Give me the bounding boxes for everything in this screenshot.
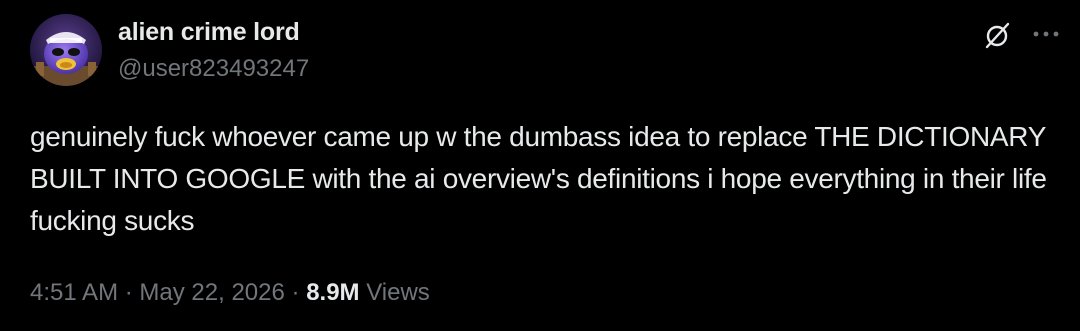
separator: · (291, 279, 300, 306)
avatar[interactable] (30, 14, 102, 86)
user-handle[interactable]: @user823493247 (118, 55, 309, 83)
grok-icon[interactable] (980, 18, 1014, 52)
alien-avatar-icon (30, 14, 102, 86)
tweet-text: genuinely fuck whoever came up w the dum… (30, 121, 1047, 236)
tweet[interactable]: alien crime lord @user823493247 genuinel… (0, 0, 1080, 331)
tweet-metadata: 4:51 AM · May 22, 2026 · 8.9M Views (30, 279, 430, 307)
more-options-icon[interactable] (1030, 22, 1062, 46)
display-name[interactable]: alien crime lord (118, 18, 300, 47)
separator: · (124, 279, 133, 306)
tweet-date[interactable]: May 22, 2026 (139, 279, 284, 306)
tweet-time[interactable]: 4:51 AM (30, 279, 118, 306)
views-count[interactable]: 8.9M (306, 279, 359, 306)
views-label[interactable]: Views (366, 279, 430, 306)
